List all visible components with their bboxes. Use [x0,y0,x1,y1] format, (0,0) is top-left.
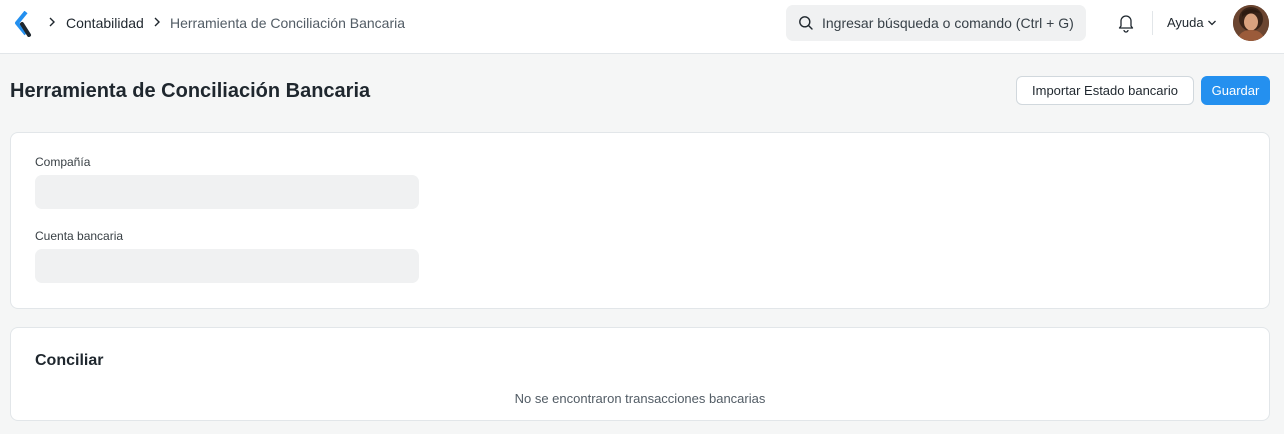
avatar[interactable] [1233,5,1269,41]
search-bar[interactable]: Ingresar búsqueda o comando (Ctrl + G) [786,5,1086,41]
chevron-down-icon[interactable] [1207,19,1217,27]
bank-account-input[interactable] [35,249,419,283]
chevron-right-icon [49,17,55,27]
app-logo-icon[interactable] [14,11,32,37]
breadcrumb-current[interactable]: Herramienta de Conciliación Bancaria [170,14,405,32]
navbar-divider [1152,11,1153,35]
avatar-image [1233,5,1269,41]
bell-icon[interactable] [1117,13,1135,33]
chevron-right-icon [154,17,160,27]
form-card: Compañía Cuenta bancaria [10,132,1270,309]
search-icon [799,16,813,30]
import-bank-statement-button[interactable]: Importar Estado bancario [1016,76,1194,105]
search-input[interactable]: Ingresar búsqueda o comando (Ctrl + G) [822,14,1074,32]
breadcrumb-contabilidad[interactable]: Contabilidad [66,14,144,32]
page-title: Herramienta de Conciliación Bancaria [10,80,371,102]
reconcile-card: Conciliar No se encontraron transaccione… [10,327,1270,421]
company-label: Compañía [35,155,91,169]
empty-state-message: No se encontraron transacciones bancaria… [514,391,766,406]
reconcile-section-title: Conciliar [35,352,104,369]
company-input[interactable] [35,175,419,209]
bank-account-label: Cuenta bancaria [35,229,124,243]
help-menu[interactable]: Ayuda [1167,15,1204,31]
save-button[interactable]: Guardar [1201,76,1270,105]
navbar: Contabilidad Herramienta de Conciliación… [0,0,1284,54]
